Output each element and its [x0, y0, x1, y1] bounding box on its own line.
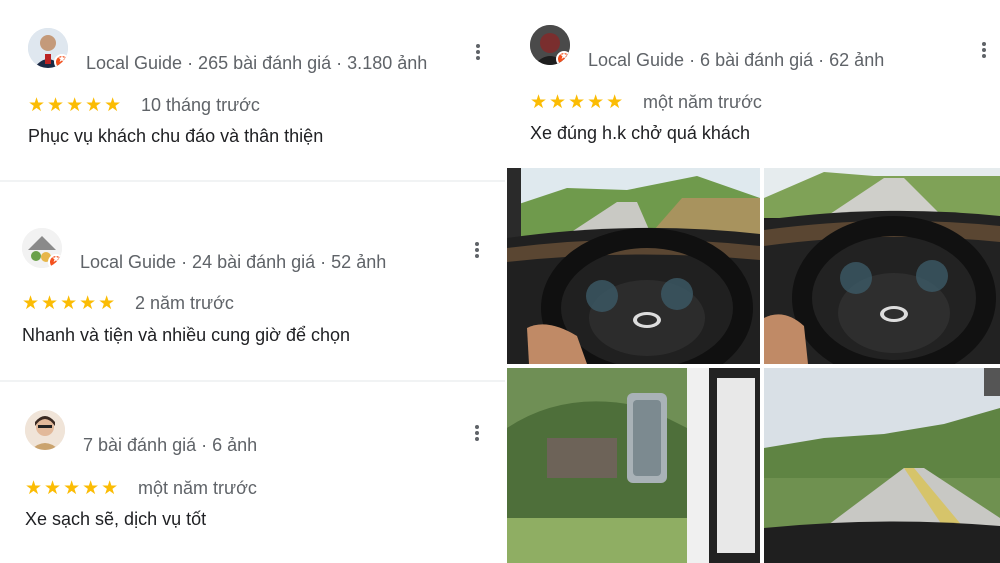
- more-options-icon[interactable]: [980, 40, 988, 60]
- avatar-photo: [25, 410, 65, 450]
- review-text: Phục vụ khách chu đáo và thân thiện: [28, 126, 324, 146]
- review-time: một năm trước: [138, 478, 257, 498]
- bus-window-photo: [507, 368, 760, 563]
- more-options-icon[interactable]: [473, 423, 481, 443]
- reviewer-meta: Local Guide · 24 bài đánh giá · 52 ảnh: [80, 252, 387, 272]
- local-guide-badge-icon: [54, 54, 68, 68]
- avatar[interactable]: [25, 410, 65, 450]
- review-photo[interactable]: [507, 368, 760, 563]
- star-rating: ★★★★★: [28, 95, 124, 116]
- more-options-icon[interactable]: [473, 240, 481, 260]
- review-text: Xe đúng h.k chở quá khách: [530, 123, 750, 143]
- review-text: Xe sạch sẽ, dịch vụ tốt: [25, 509, 207, 529]
- local-guide-badge-icon: [48, 254, 62, 268]
- avatar[interactable]: [22, 228, 62, 268]
- local-guide-badge-icon: [556, 51, 570, 65]
- review-time: 2 năm trước: [135, 293, 234, 313]
- steering-wheel-photo: [507, 168, 760, 364]
- review-photo[interactable]: [507, 168, 760, 364]
- road-view-photo: [764, 368, 1000, 563]
- reviewer-meta: Local Guide · 6 bài đánh giá · 62 ảnh: [588, 50, 885, 70]
- more-options-icon[interactable]: [474, 42, 482, 62]
- star-rating: ★★★★★: [530, 92, 626, 113]
- reviewer-meta: Local Guide · 265 bài đánh giá · 3.180 ả…: [86, 53, 428, 73]
- avatar[interactable]: [28, 28, 68, 68]
- star-rating: ★★★★★: [22, 293, 118, 314]
- review-photo[interactable]: [764, 368, 1000, 563]
- avatar[interactable]: [530, 25, 570, 65]
- star-rating: ★★★★★: [25, 478, 121, 499]
- divider: [0, 380, 505, 382]
- divider: [0, 180, 505, 182]
- review-time: 10 tháng trước: [141, 95, 260, 115]
- review-time: một năm trước: [643, 92, 762, 112]
- review-text: Nhanh và tiện và nhiều cung giờ để chọn: [22, 325, 351, 345]
- reviewer-meta: 7 bài đánh giá · 6 ảnh: [83, 435, 258, 455]
- review-photo[interactable]: [764, 168, 1000, 364]
- steering-wheel-photo: [764, 168, 1000, 364]
